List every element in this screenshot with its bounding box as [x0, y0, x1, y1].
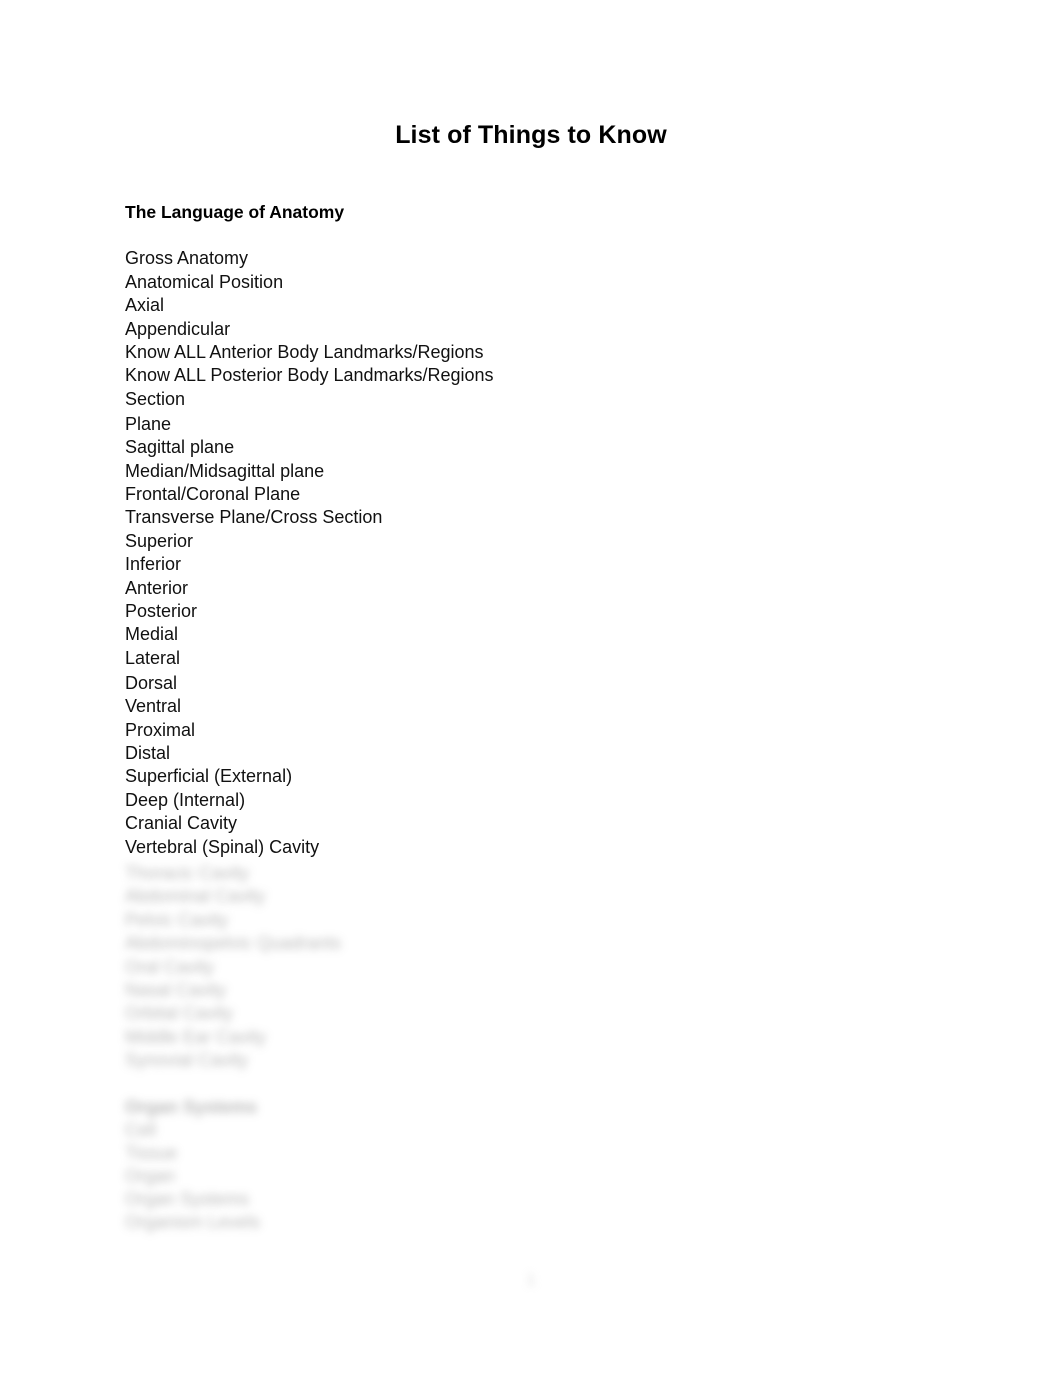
- redacted-line: Middle Ear Cavity: [125, 1026, 267, 1047]
- list-item: Superior: [125, 530, 194, 551]
- list-item: Cranial Cavity: [125, 813, 238, 834]
- list-item: Vertebral (Spinal) Cavity: [125, 836, 320, 857]
- list-item: Medial: [125, 624, 179, 645]
- list-item: Know ALL Anterior Body Landmarks/Regions: [125, 342, 484, 363]
- list-item: Gross Anatomy: [125, 248, 249, 269]
- redacted-line: Organ Systems: [125, 1188, 250, 1209]
- document-page: List of Things to Know The Language of A…: [0, 0, 1062, 1377]
- list-item: Proximal: [125, 719, 196, 740]
- redacted-line: Oral Cavity: [125, 956, 215, 977]
- anatomy-term-list: Gross Anatomy Anatomical Position Axial …: [125, 247, 925, 859]
- list-item: Section: [125, 388, 186, 409]
- list-item: Transverse Plane/Cross Section: [125, 507, 383, 528]
- redacted-line: Abdominopelvic Quadrants: [125, 933, 342, 954]
- redacted-line: Orbital Cavity: [125, 1003, 234, 1024]
- list-item: Superficial (External): [125, 766, 293, 787]
- list-item: Plane: [125, 413, 172, 434]
- redacted-line: Organism Levels: [125, 1211, 261, 1232]
- list-item: Median/Midsagittal plane: [125, 460, 325, 481]
- redacted-line: Tissue: [125, 1143, 178, 1164]
- list-item: Inferior: [125, 554, 182, 575]
- list-item: Lateral: [125, 647, 181, 668]
- list-item: Sagittal plane: [125, 437, 235, 458]
- list-item: Anterior: [125, 577, 189, 598]
- redacted-line: Organ: [125, 1166, 176, 1186]
- redacted-line: Synovial Cavity: [125, 1050, 249, 1071]
- list-item: Dorsal: [125, 672, 178, 693]
- list-item: Appendicular: [125, 318, 231, 339]
- redacted-line: Cell: [125, 1120, 157, 1141]
- page-title: List of Things to Know: [395, 121, 667, 149]
- redacted-text-block-upper: Thoracic Cavity Abdominal Cavity Pelvic …: [125, 862, 341, 1073]
- redacted-line: Thoracic Cavity: [125, 863, 250, 883]
- list-item: Deep (Internal): [125, 789, 246, 810]
- redacted-line: Abdominal Cavity: [125, 886, 266, 907]
- list-item: Posterior: [125, 600, 198, 621]
- list-item: Ventral: [125, 696, 182, 717]
- list-item: Know ALL Posterior Body Landmarks/Region…: [125, 365, 494, 386]
- list-item: Anatomical Position: [125, 271, 284, 292]
- list-item: Distal: [125, 742, 171, 763]
- redacted-line: Pelvic Cavity: [125, 909, 229, 930]
- redacted-heading-line: Organ Systems: [125, 1097, 258, 1117]
- list-item: Frontal/Coronal Plane: [125, 483, 301, 504]
- section-heading-language-of-anatomy: The Language of Anatomy: [125, 202, 345, 222]
- redacted-text-block-lower: Organ Systems Cell Tissue Organ Organ Sy…: [125, 1096, 260, 1233]
- document-body: The Language of Anatomy Gross Anatomy An…: [125, 200, 925, 859]
- redacted-line: Nasal Cavity: [125, 980, 227, 1001]
- page-number: 1: [526, 1270, 536, 1289]
- list-item: Axial: [125, 295, 165, 316]
